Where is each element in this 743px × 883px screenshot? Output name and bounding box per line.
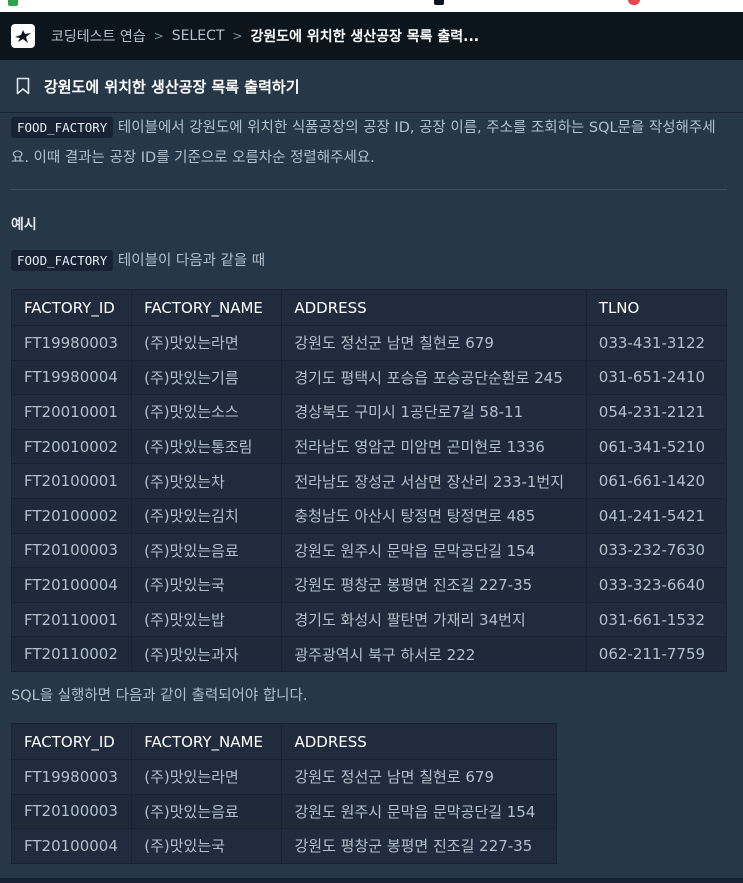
dark-indicator [434,0,444,5]
header-factory-id: FACTORY_ID [10,289,133,326]
result-caption: SQL을 실행하면 다음과 같이 출력되어야 합니다. [11,688,308,704]
table-row: FT20110002 (주)맛있는과자 광주광역시 북구 하서로 222 062-21… [10,636,728,672]
table-name-code: FOOD_FACTORY [11,117,114,138]
table-cell: 033-323-6640 [585,567,728,603]
problem-title-bar: 강원도에 위치한 생산공장 목록 출력하기 [0,60,743,113]
table-cell: (주)맛있는김치 [131,497,283,534]
table-cell: 033-232-7630 [585,532,728,569]
navbar: 코딩테스트 연습 > SELECT > 강원도에 위치한 생산공장 목록 출력.… [0,12,743,60]
problem-title: 강원도에 위치한 생산공장 목록 출력하기 [44,77,300,96]
table-cell: (주)맛있는음료 [131,532,283,569]
table-name-code: FOOD_FACTORY [11,250,114,271]
table-cell: (주)맛있는라면 [131,325,283,361]
breadcrumb-current: 강원도에 위치한 생산공장 목록 출력... [250,29,480,45]
output-table: FACTORY_ID FACTORY_NAME ADDRESS FT199800… [10,723,557,864]
table-cell: FT20110002 [10,636,133,672]
divider [11,189,727,190]
table-cell: FT20010002 [10,428,133,465]
header-factory-name: FACTORY_NAME [131,289,283,326]
example-heading: 예시 [11,217,37,233]
table-row: FT20100002 (주)맛있는김치 충청남도 아산시 탕정면 탕정면로 485 0… [10,497,728,534]
table-cell: (주)맛있는통조림 [131,428,283,465]
breadcrumb-coding-test[interactable]: 코딩테스트 연습 [51,26,146,46]
bookmark-icon[interactable] [16,77,30,95]
table-row: FT20100003 (주)맛있는음료 강원도 원주시 문막읍 문막공단길 154 [10,793,557,830]
problem-description: FOOD_FACTORY 테이블에서 강원도에 위치한 식품공장의 공장 ID,… [11,113,727,173]
table-row: FT20010001 (주)맛있는소스 경상북도 구미시 1공단로7길 58-11 0… [10,394,728,430]
table-cell: FT20010001 [10,394,133,430]
table-cell: 033-431-3122 [585,325,728,361]
green-indicator [8,0,18,6]
table-cell: 강원도 원주시 문막읍 문막공단길 154 [281,532,587,569]
table-cell: (주)맛있는국 [131,567,283,603]
browser-top-strip [0,0,743,12]
table-cell: (주)맛있는음료 [131,793,283,830]
table-row: FT20100004 (주)맛있는국 강원도 평창군 봉평면 진조길 227-35 [10,828,557,864]
table-cell: FT19980003 [10,759,133,795]
table-header-row: FACTORY_ID FACTORY_NAME ADDRESS TLNO [10,289,728,326]
table-cell: 강원도 평창군 봉평면 진조길 227-35 [281,567,587,603]
table-row: FT20010002 (주)맛있는통조림 전라남도 영암군 미암면 곤미현로 133… [10,428,728,465]
table-row: FT20100001 (주)맛있는차 전라남도 장성군 서삼면 장산리 233-1번… [10,463,728,499]
table-cell: FT20110001 [10,601,133,638]
table-cell: FT19980004 [10,359,133,396]
description-text: 테이블에서 강원도에 위치한 식품공장의 공장 ID, 공장 이름, 주소를 조… [11,120,716,166]
table-cell: FT20100004 [10,828,133,864]
table-cell: 경상북도 구미시 1공단로7길 58-11 [281,394,587,430]
table-cell: 강원도 정선군 남면 칠현로 679 [281,759,557,795]
table-cell: FT20100003 [10,793,133,830]
example-caption-text: 테이블이 다음과 같을 때 [117,253,266,269]
table-cell: FT20100002 [10,497,133,534]
table-cell: 전라남도 장성군 서삼면 장산리 233-1번지 [281,463,587,499]
table-cell: 충청남도 아산시 탕정면 탕정면로 485 [281,497,587,534]
table-cell: (주)맛있는기름 [131,359,283,396]
table-cell: 054-231-2121 [585,394,728,430]
table-cell: (주)맛있는라면 [131,759,283,795]
header-tlno: TLNO [585,289,728,326]
table-cell: 강원도 원주시 문막읍 문막공단길 154 [281,793,557,830]
table-cell: 031-651-2410 [585,359,728,396]
header-factory-name: FACTORY_NAME [131,723,283,760]
table-row: FT19980004 (주)맛있는기름 경기도 평택시 포승읍 포승공단순환로 24… [10,359,728,396]
table-cell: 강원도 정선군 남면 칠현로 679 [281,325,587,361]
table-cell: 031-661-1532 [585,601,728,638]
table-cell: FT19980003 [10,325,133,361]
table-cell: (주)맛있는차 [131,463,283,499]
table-cell: 062-211-7759 [585,636,728,672]
table-cell: 041-241-5421 [585,497,728,534]
table-cell: (주)맛있는밥 [131,601,283,638]
table-cell: FT20100001 [10,463,133,499]
chevron-right-icon: > [232,29,243,43]
table-cell: 전라남도 영암군 미암면 곤미현로 1336 [281,428,587,465]
table-row: FT20100003 (주)맛있는음료 강원도 원주시 문막읍 문막공단길 154 0… [10,532,728,569]
table-cell: 광주광역시 북구 하서로 222 [281,636,587,672]
table-cell: 경기도 평택시 포승읍 포승공단순환로 245 [281,359,587,396]
table-row: FT20110001 (주)맛있는밥 경기도 화성시 팔탄면 가재리 34번지 031… [10,601,728,638]
problem-content: FOOD_FACTORY 테이블에서 강원도에 위치한 식품공장의 공장 ID,… [0,113,743,883]
table-cell: (주)맛있는소스 [131,394,283,430]
breadcrumb-select[interactable]: SELECT [172,28,225,44]
table-cell: FT20100003 [10,532,133,569]
example-caption: FOOD_FACTORY 테이블이 다음과 같을 때 [11,250,265,272]
table-cell: 강원도 평창군 봉평면 진조길 227-35 [281,828,557,864]
table-row: FT19980003 (주)맛있는라면 강원도 정선군 남면 칠현로 679 033-… [10,325,728,361]
header-factory-id: FACTORY_ID [10,723,133,760]
chevron-right-icon: > [153,29,164,43]
bottom-border [0,878,743,883]
table-cell: 경기도 화성시 팔탄면 가재리 34번지 [281,601,587,638]
table-cell: FT20100004 [10,567,133,603]
table-cell: 061-661-1420 [585,463,728,499]
red-indicator [628,0,640,5]
table-cell: (주)맛있는과자 [131,636,283,672]
table-cell: (주)맛있는국 [131,828,283,864]
header-address: ADDRESS [281,723,557,760]
table-row: FT19980003 (주)맛있는라면 강원도 정선군 남면 칠현로 679 [10,759,557,795]
programmers-logo-icon[interactable] [11,24,35,48]
table-cell: 061-341-5210 [585,428,728,465]
table-header-row: FACTORY_ID FACTORY_NAME ADDRESS [10,723,557,760]
table-row: FT20100004 (주)맛있는국 강원도 평창군 봉평면 진조길 227-35 0… [10,567,728,603]
header-address: ADDRESS [281,289,587,326]
input-table: FACTORY_ID FACTORY_NAME ADDRESS TLNO FT1… [10,289,728,672]
breadcrumb: 코딩테스트 연습 > SELECT > 강원도에 위치한 생산공장 목록 출력.… [51,26,479,46]
